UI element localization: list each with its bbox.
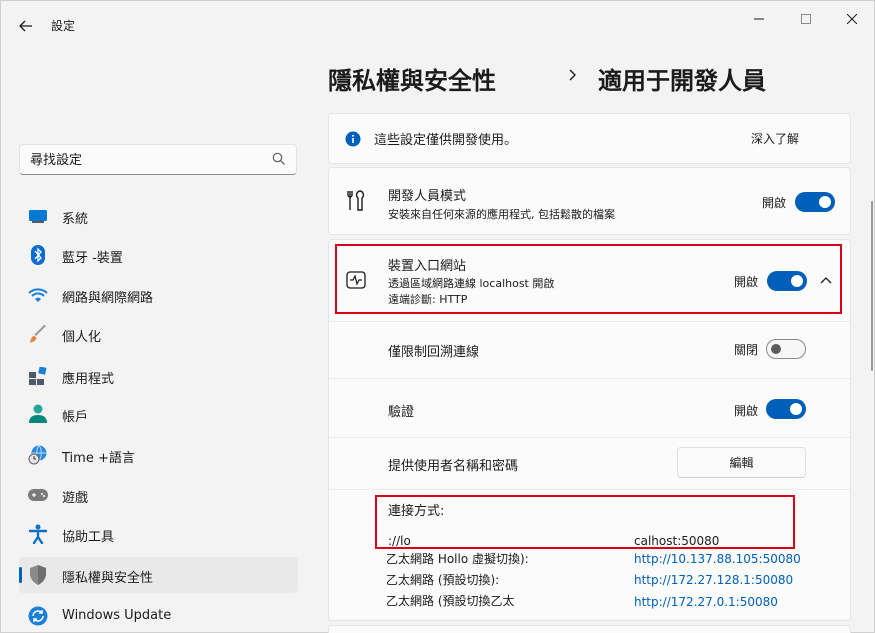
credentials-label: 提供使用者名稱和密碼	[388, 459, 519, 474]
brush-icon	[28, 324, 48, 344]
connection-url[interactable]: http://172.27.128.1:50080	[634, 573, 793, 587]
restrict-loopback-state: 關閉	[734, 343, 759, 357]
learn-more-link[interactable]: 深入了解	[751, 130, 799, 147]
title-bar: 設定	[1, 1, 874, 49]
sidebar-item-apps[interactable]: 應用程式	[19, 358, 298, 394]
toggle-knob	[790, 403, 802, 415]
sidebar-item-personalization[interactable]: 個人化	[19, 316, 298, 352]
restrict-loopback-toggle[interactable]	[766, 339, 806, 359]
authentication-label: 驗證	[388, 405, 415, 420]
close-icon	[847, 14, 857, 24]
connection-name: 乙太網路 (預設切換乙太	[386, 594, 515, 608]
dev-mode-title: 開發人員模式	[388, 189, 467, 204]
sidebar-item-label: 網路與網際網路	[62, 291, 154, 306]
minimize-icon	[754, 18, 764, 20]
info-icon	[345, 131, 361, 147]
tools-icon	[347, 190, 365, 211]
back-arrow-icon	[19, 20, 32, 32]
sidebar-item-label: 個人化	[62, 330, 102, 345]
scrollbar[interactable]	[871, 201, 873, 371]
toggle-knob	[819, 196, 831, 208]
close-button[interactable]	[829, 7, 875, 31]
connection-highlight	[375, 495, 795, 549]
system-icon	[28, 206, 48, 226]
sidebar-item-windows-update[interactable]: Windows Update	[19, 598, 298, 633]
restrict-loopback-label: 僅限制回溯連線	[388, 345, 480, 360]
accessibility-icon	[28, 524, 48, 544]
divider	[329, 378, 850, 379]
page-title: 適用于開發人員	[598, 67, 766, 95]
app-title: 設定	[51, 19, 76, 33]
sidebar-item-label: 藍牙 -裝置	[62, 251, 123, 266]
wifi-icon	[28, 285, 48, 305]
info-card: 這些設定僅供開發使用。 深入了解	[328, 113, 851, 164]
edit-credentials-button[interactable]: 編輯	[677, 447, 806, 478]
connection-name: 乙太網路 (預設切換):	[386, 573, 500, 587]
minimize-button[interactable]	[736, 7, 782, 31]
sidebar-item-label: 協助工具	[62, 530, 115, 545]
authentication-state: 開啟	[734, 404, 759, 418]
device-portal-highlight	[335, 244, 842, 314]
search-input[interactable]	[30, 150, 260, 170]
gamepad-icon	[28, 485, 48, 505]
settings-window: 設定 系統 藍牙 -裝置 網路與網際網路 個人化 應用程式 帳戶	[0, 0, 875, 633]
sidebar-item-label: 隱私權與安全性	[62, 571, 154, 586]
sidebar-item-label: 遊戲	[62, 491, 89, 506]
authentication-toggle[interactable]	[766, 399, 806, 419]
toggle-knob	[771, 344, 781, 354]
connection-name: 乙太網路 Hollo 虛擬切換):	[386, 552, 529, 566]
sidebar-item-label: 系統	[62, 212, 89, 227]
sidebar-item-accessibility[interactable]: 協助工具	[19, 516, 298, 552]
connection-url[interactable]: http://172.27.0.1:50080	[634, 595, 778, 609]
active-indicator	[19, 567, 22, 583]
search-box[interactable]	[19, 144, 297, 175]
sidebar-item-time-language[interactable]: Time +語言	[19, 437, 298, 473]
sidebar-item-label: 帳戶	[62, 410, 89, 425]
sidebar-item-privacy-security[interactable]: 隱私權與安全性	[19, 557, 298, 593]
sidebar-item-label: 應用程式	[62, 372, 115, 387]
sidebar-item-network[interactable]: 網路與網際網路	[19, 277, 298, 313]
sidebar-item-accounts[interactable]: 帳戶	[19, 396, 298, 432]
sidebar-item-label: Windows Update	[62, 608, 172, 623]
divider	[329, 321, 850, 322]
shield-icon	[28, 565, 48, 585]
connection-url[interactable]: http://10.137.88.105:50080	[634, 552, 801, 566]
sidebar-item-gaming[interactable]: 遊戲	[19, 477, 298, 513]
maximize-button[interactable]	[783, 7, 829, 31]
dev-mode-toggle[interactable]	[795, 192, 835, 212]
bluetooth-icon	[28, 245, 48, 265]
info-text: 這些設定僅供開發使用。	[374, 133, 518, 148]
time-language-icon	[28, 445, 48, 465]
apps-icon	[28, 366, 48, 386]
dev-mode-description: 安裝來自任何來源的應用程式, 包括鬆散的檔案	[388, 208, 615, 221]
update-icon	[28, 606, 48, 626]
maximize-icon	[801, 14, 811, 24]
breadcrumb-parent[interactable]: 隱私權與安全性	[328, 61, 496, 96]
account-icon	[28, 404, 48, 424]
search-icon	[272, 152, 285, 165]
divider	[329, 489, 850, 490]
sidebar-item-bluetooth[interactable]: 藍牙 -裝置	[19, 237, 298, 273]
chevron-right-icon	[569, 69, 576, 81]
dev-mode-state: 開啟	[762, 196, 787, 210]
developer-mode-card: 開發人員模式 安裝來自任何來源的應用程式, 包括鬆散的檔案 開啟	[328, 167, 851, 235]
sidebar-item-label: Time +語言	[62, 451, 135, 466]
next-card	[328, 625, 851, 633]
back-button[interactable]	[15, 15, 37, 37]
sidebar-item-system[interactable]: 系統	[19, 198, 298, 234]
divider	[329, 437, 850, 438]
